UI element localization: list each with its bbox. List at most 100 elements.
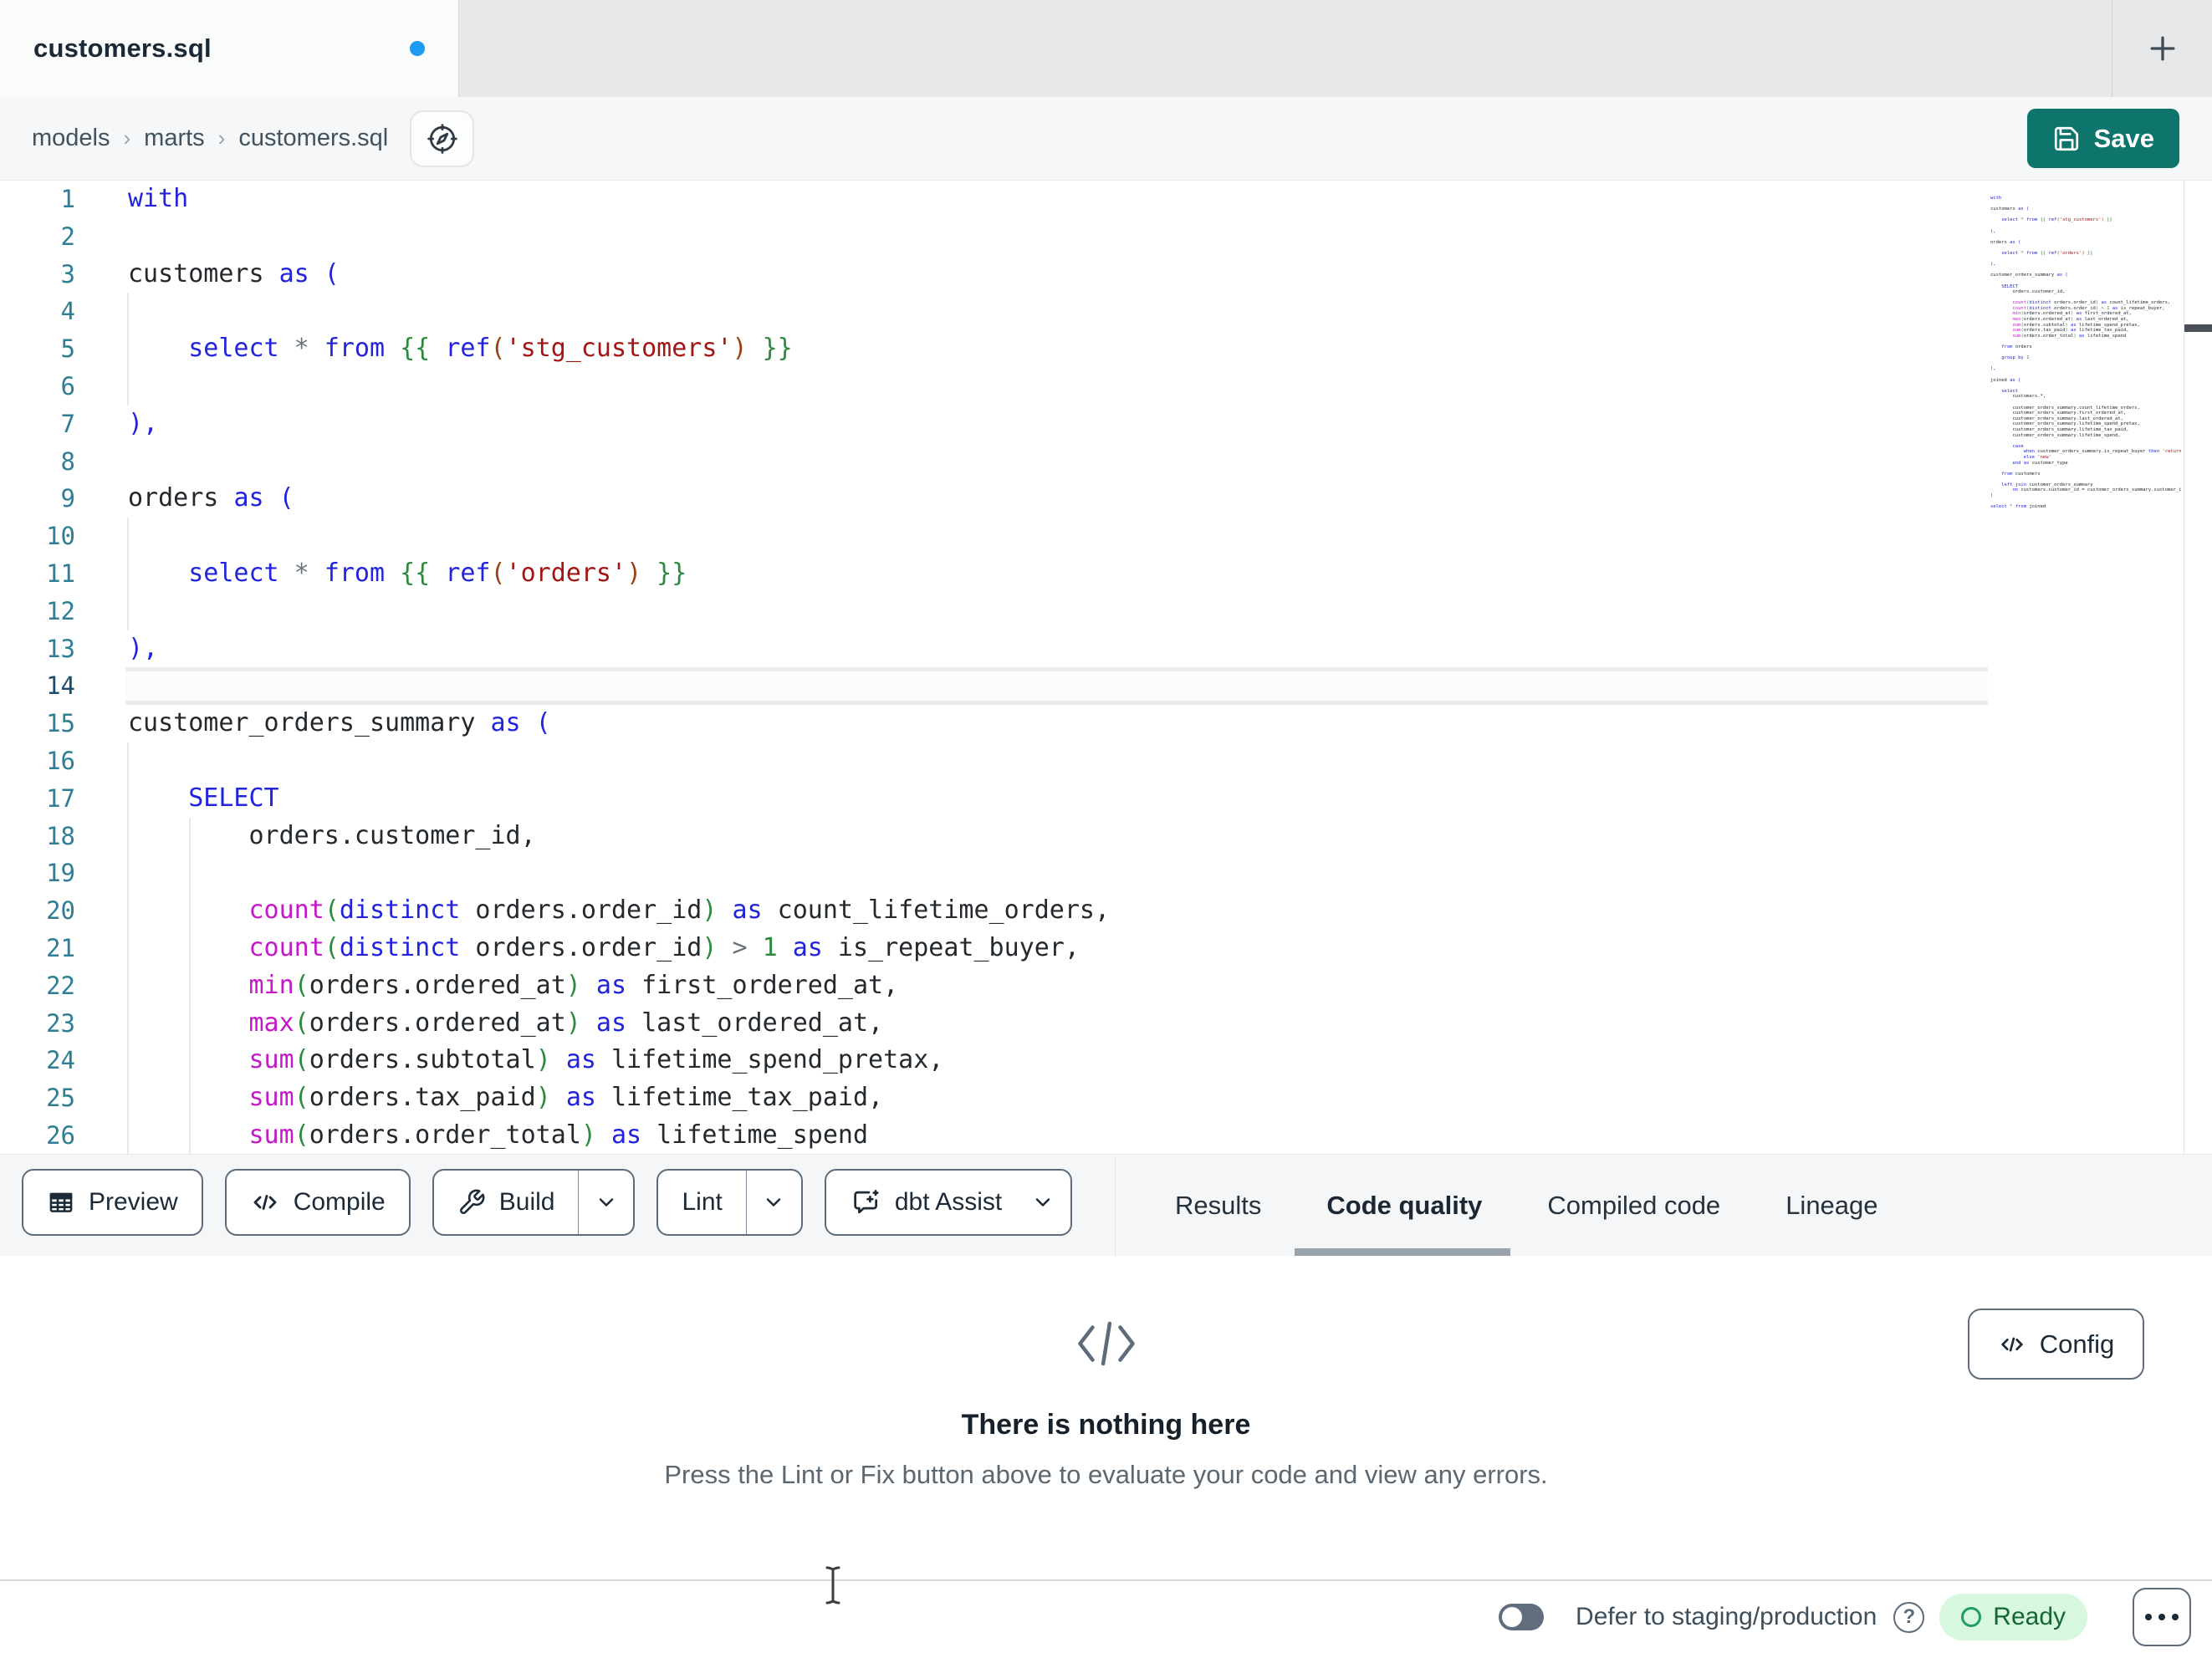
- code-line-12[interactable]: 12: [0, 592, 2212, 630]
- minimap-line: ): [1990, 493, 1994, 499]
- lint-dropdown-button[interactable]: [745, 1171, 801, 1234]
- minimap-line: when customer_orders_summary.is_repeat_b…: [2023, 449, 2181, 455]
- defer-toggle[interactable]: [1499, 1604, 1545, 1630]
- lint-button[interactable]: Lint: [658, 1171, 745, 1234]
- config-button[interactable]: Config: [1968, 1309, 2144, 1380]
- code-line-26[interactable]: 26 sum(orders.order_total) as lifetime_s…: [0, 1116, 2212, 1154]
- code-line-5[interactable]: 5 select * from {{ ref('stg_customers') …: [0, 330, 2212, 368]
- line-content: count(distinct orders.order_id) > 1 as i…: [125, 929, 1988, 967]
- line-content: sum(orders.order_total) as lifetime_spen…: [125, 1116, 1988, 1154]
- code-line-8[interactable]: 8: [0, 443, 2212, 481]
- breadcrumb-item-marts[interactable]: marts: [144, 125, 205, 152]
- line-content: [125, 855, 1988, 892]
- code-icon: [253, 1195, 277, 1210]
- minimap-line: [1990, 245, 2181, 251]
- line-number: 15: [46, 709, 75, 738]
- code-line-20[interactable]: 20 count(distinct orders.order_id) as co…: [0, 892, 2212, 930]
- breadcrumb: models › marts › customers.sql: [32, 125, 388, 152]
- line-content: [125, 443, 1988, 481]
- toolbar-buttons: Preview Compile Build Lint dbt Assist: [22, 1169, 1073, 1236]
- minimap-line: SELECT: [2001, 283, 2019, 289]
- empty-state: There is nothing here Press the Lint or …: [0, 1256, 2212, 1490]
- build-button[interactable]: Build: [434, 1171, 579, 1234]
- line-content: ),: [128, 633, 159, 663]
- defer-label: Defer to staging/production: [1576, 1603, 1877, 1630]
- panel-tab-results[interactable]: Results: [1175, 1155, 1261, 1257]
- code-line-24[interactable]: 24 sum(orders.subtotal) as lifetime_spen…: [0, 1042, 2212, 1079]
- compile-button[interactable]: Compile: [224, 1169, 411, 1236]
- panel-tab-lineage[interactable]: Lineage: [1785, 1155, 1877, 1257]
- code-line-3[interactable]: 3 customers as (: [0, 256, 2212, 293]
- line-number: 24: [46, 1046, 75, 1075]
- line-number: 2: [60, 222, 75, 251]
- action-toolbar: Preview Compile Build Lint dbt Assist Re…: [0, 1154, 2212, 1257]
- help-icon[interactable]: ?: [1893, 1601, 1925, 1633]
- unsaved-changes-icon: [410, 41, 425, 56]
- file-tab-customers-sql[interactable]: customers.sql: [0, 0, 459, 97]
- line-number: 13: [46, 634, 75, 663]
- breadcrumb-item-models[interactable]: models: [32, 125, 110, 152]
- dbt-assist-button[interactable]: dbt Assist: [824, 1169, 1073, 1236]
- line-content: [125, 367, 1988, 406]
- code-line-13[interactable]: 13),: [0, 630, 2212, 668]
- minimap-line: [1990, 223, 2181, 229]
- editor-minimap[interactable]: with customers as ( select * from {{ ref(…: [1990, 196, 2181, 714]
- line-number: 11: [46, 559, 75, 588]
- breadcrumb-separator: ›: [123, 125, 131, 151]
- line-content: orders.customer_id,: [125, 817, 1988, 855]
- code-line-15[interactable]: 15 customer_orders_summary as (: [0, 705, 2212, 742]
- panel-tab-compiled-code[interactable]: Compiled code: [1547, 1155, 1720, 1257]
- line-number: 21: [46, 933, 75, 962]
- code-line-1[interactable]: 1 with: [0, 181, 2212, 218]
- ready-status-label: Ready: [1993, 1603, 2066, 1630]
- code-line-22[interactable]: 22 min(orders.ordered_at) as first_order…: [0, 967, 2212, 1005]
- code-line-9[interactable]: 9 orders as (: [0, 480, 2212, 518]
- panel-tab-code-quality[interactable]: Code quality: [1295, 1155, 1511, 1257]
- editor-scrollbar-thumb[interactable]: [2184, 324, 2212, 332]
- code-line-25[interactable]: 25 sum(orders.tax_paid) as lifetime_tax_…: [0, 1079, 2212, 1117]
- code-line-6[interactable]: 6: [0, 367, 2212, 406]
- minimap-line: ),: [1990, 228, 1996, 234]
- code-line-19[interactable]: 19: [0, 855, 2212, 892]
- code-line-16[interactable]: 16: [0, 742, 2212, 780]
- line-content: [125, 293, 1988, 330]
- explore-lineage-button[interactable]: [410, 110, 475, 167]
- preview-button-main: Preview: [23, 1171, 202, 1234]
- more-options-button[interactable]: [2133, 1588, 2191, 1646]
- minimap-line: [1990, 350, 2181, 356]
- dbt-assist-button-main: dbt Assist: [826, 1171, 1025, 1234]
- code-empty-icon: [0, 1316, 2212, 1375]
- ellipsis-icon: [2145, 1614, 2152, 1620]
- code-lines: 1 with 2 3 customers as (4 5 select * from {{…: [0, 181, 2212, 1154]
- minimap-line: case: [2012, 443, 2024, 449]
- build-dropdown-button[interactable]: [578, 1171, 633, 1234]
- code-line-10[interactable]: 10: [0, 518, 2212, 555]
- code-line-11[interactable]: 11 select * from {{ ref('orders') }}: [0, 554, 2212, 593]
- minimap-line: ),: [1990, 366, 1996, 372]
- code-line-23[interactable]: 23 max(orders.ordered_at) as last_ordere…: [0, 1004, 2212, 1043]
- save-button[interactable]: Save: [2026, 109, 2179, 168]
- line-content: customers as (: [128, 258, 340, 288]
- minimap-line: [1990, 400, 2181, 406]
- code-line-18[interactable]: 18 orders.customer_id,: [0, 817, 2212, 855]
- line-number: 1: [60, 185, 75, 213]
- code-line-17[interactable]: 17 SELECT: [0, 779, 2212, 818]
- minimap-line: [1990, 234, 2181, 240]
- save-button-label: Save: [2093, 123, 2154, 153]
- code-line-7[interactable]: 7),: [0, 406, 2212, 443]
- new-tab-button[interactable]: [2112, 0, 2212, 97]
- breadcrumb-item-customers-sql[interactable]: customers.sql: [238, 125, 388, 152]
- code-line-14[interactable]: 14: [0, 667, 2212, 706]
- minimap-line: [1990, 383, 2181, 389]
- dbt-assist-dropdown-button[interactable]: [1025, 1171, 1070, 1234]
- code-editor[interactable]: 1 with 2 3 customers as (4 5 select * from {{…: [0, 181, 2212, 1154]
- preview-button[interactable]: Preview: [22, 1169, 203, 1236]
- line-number: 6: [60, 371, 75, 400]
- chevron-down-icon: [1036, 1198, 1050, 1207]
- code-line-4[interactable]: 4: [0, 293, 2212, 330]
- compass-icon: [427, 123, 457, 154]
- code-line-21[interactable]: 21 count(distinct orders.order_id) > 1 a…: [0, 929, 2212, 967]
- code-line-2[interactable]: 2: [0, 218, 2212, 256]
- config-button-label: Config: [2039, 1329, 2115, 1359]
- line-content: select * from {{ ref('stg_customers') }}: [125, 330, 1988, 368]
